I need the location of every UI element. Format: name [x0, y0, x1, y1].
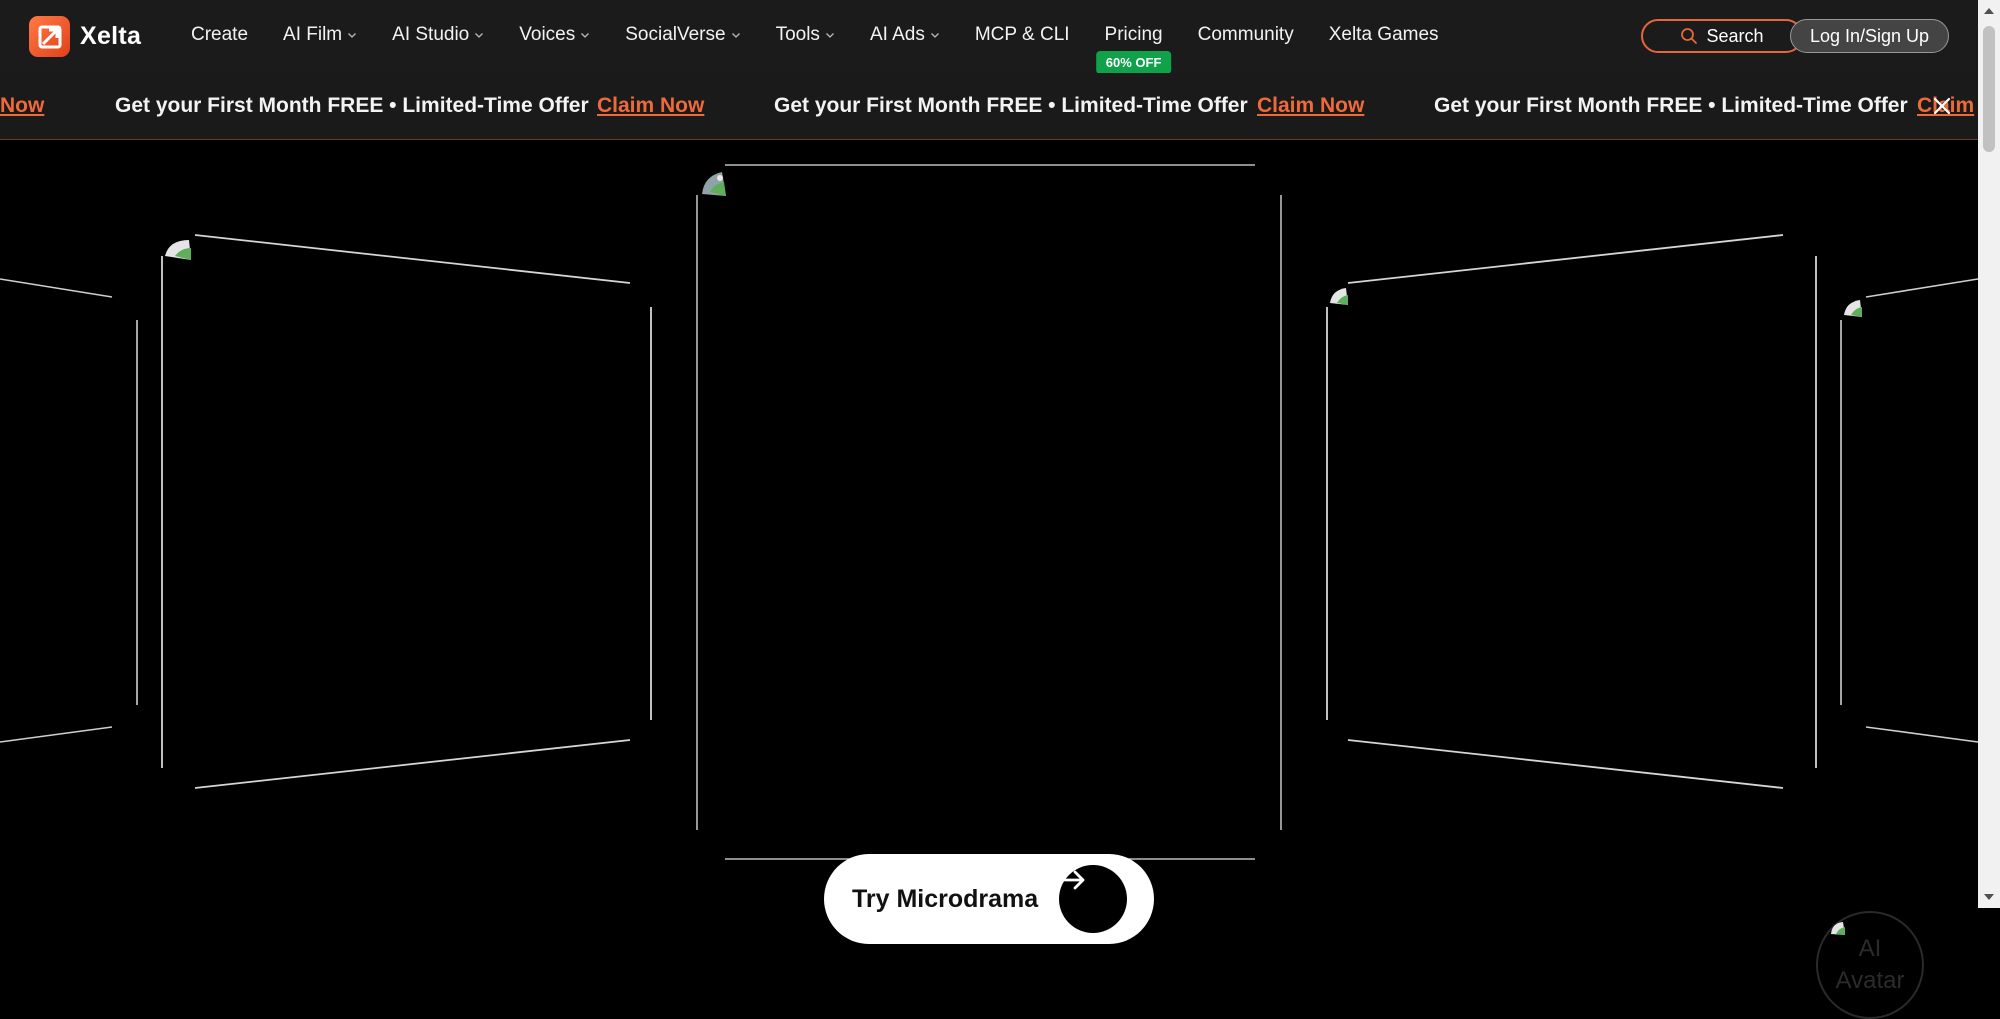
nav-label: Community	[1197, 24, 1294, 45]
search-label: Search	[1706, 25, 1764, 46]
video-carousel: Try Microdrama AI Avatar	[0, 140, 1978, 1019]
carousel-card-far-right[interactable]	[1840, 278, 1978, 743]
promo-claim-link[interactable]: Now	[0, 94, 44, 118]
nav-item-ai-ads[interactable]: AI Ads	[870, 24, 940, 46]
cta-label: Try Microdrama	[852, 884, 1039, 913]
main-menu: Create AI Film AI Studio Voices SocialVe…	[191, 0, 1474, 74]
chevron-down-icon	[930, 33, 939, 38]
carousel-card-left[interactable]	[161, 234, 652, 789]
nav-item-community[interactable]: Community	[1198, 24, 1294, 46]
broken-image-icon	[1831, 922, 1845, 935]
brand-logo[interactable]: Xelta	[29, 16, 141, 57]
chevron-down-icon	[825, 33, 834, 38]
nav-label: AI Film	[283, 24, 343, 45]
chevron-down-icon	[348, 33, 357, 38]
chevron-down-icon	[475, 33, 484, 38]
promo-claim-link[interactable]: Claim Now	[1257, 94, 1364, 118]
carousel-card-far-left[interactable]	[0, 278, 138, 743]
nav-item-voices[interactable]: Voices	[519, 24, 590, 46]
carousel-card-frames	[0, 164, 1978, 860]
nav-item-ai-studio[interactable]: AI Studio	[392, 24, 484, 46]
nav-item-create[interactable]: Create	[191, 24, 248, 46]
close-icon[interactable]	[1931, 95, 1953, 117]
carousel-card-right[interactable]	[1326, 234, 1817, 789]
try-microdrama-button[interactable]: Try Microdrama	[824, 854, 1154, 944]
nav-item-tools[interactable]: Tools	[776, 24, 835, 46]
nav-label: Xelta Games	[1328, 24, 1439, 45]
broken-image-icon	[702, 172, 726, 196]
nav-label: AI Studio	[392, 24, 470, 45]
broken-image-icon	[1844, 300, 1862, 317]
scroll-down-arrow-icon[interactable]	[1984, 894, 1994, 900]
broken-image-icon	[165, 240, 191, 260]
brand-name: Xelta	[80, 22, 142, 50]
top-navbar: Xelta Create AI Film AI Studio Voices So…	[0, 0, 1978, 74]
nav-label: SocialVerse	[625, 24, 726, 45]
nav-label: AI Ads	[869, 24, 925, 45]
promo-banner: Now Get your First Month FREE • Limited-…	[0, 73, 1978, 140]
search-icon	[1681, 28, 1698, 44]
arrow-right-icon	[1059, 865, 1127, 933]
promo-claim-link[interactable]: Claim Now	[597, 94, 704, 118]
promo-text: Get your First Month FREE • Limited-Time…	[115, 94, 589, 117]
nav-label: MCP & CLI	[974, 24, 1070, 45]
nav-item-socialverse[interactable]: SocialVerse	[625, 24, 740, 46]
page-scrollbar[interactable]	[1978, 0, 2000, 908]
scroll-up-arrow-icon[interactable]	[1984, 8, 1994, 14]
broken-image-icon	[1330, 288, 1348, 305]
carousel-card-center[interactable]	[696, 164, 1282, 860]
login-signup-button[interactable]: Log In/Sign Up	[1790, 19, 1949, 53]
nav-item-pricing[interactable]: Pricing 60% OFF	[1095, 24, 1172, 74]
nav-item-mcp-cli[interactable]: MCP & CLI	[975, 24, 1070, 46]
chevron-down-icon	[731, 33, 740, 38]
promo-text: Get your First Month FREE • Limited-Time…	[774, 94, 1248, 117]
chevron-down-icon	[581, 33, 590, 38]
promo-text: Get your First Month FREE • Limited-Time…	[1434, 94, 1908, 117]
nav-label: Create	[191, 24, 249, 45]
search-button[interactable]: Search	[1641, 19, 1803, 53]
xelta-logo-icon	[29, 16, 70, 57]
ai-avatar-label: AI Avatar	[1835, 934, 1905, 994]
scroll-thumb[interactable]	[1983, 26, 1995, 152]
nav-label: Voices	[519, 24, 576, 45]
discount-badge: 60% OFF	[1095, 51, 1172, 74]
nav-label: Tools	[775, 24, 820, 45]
nav-item-xelta-games[interactable]: Xelta Games	[1329, 24, 1439, 46]
nav-label: Pricing	[1104, 24, 1163, 45]
nav-item-ai-film[interactable]: AI Film	[283, 24, 357, 46]
